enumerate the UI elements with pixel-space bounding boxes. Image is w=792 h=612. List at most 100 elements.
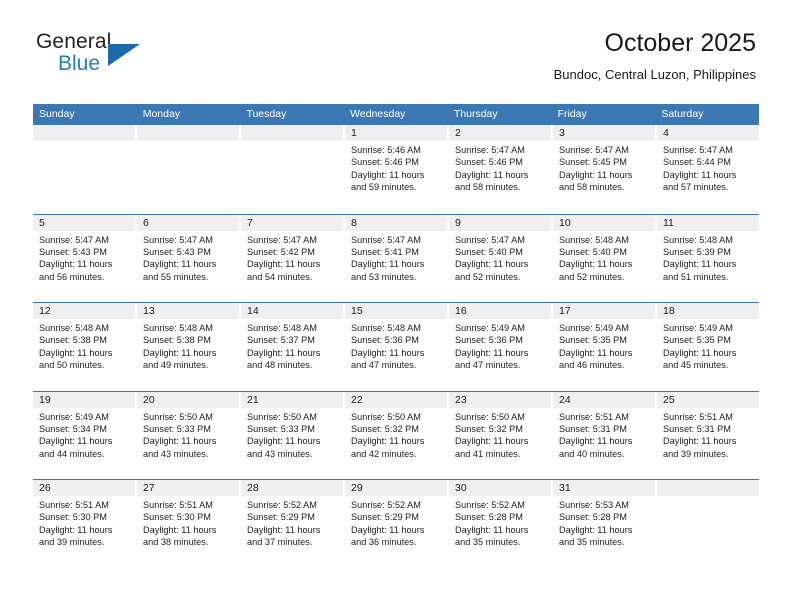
day-number: 25	[657, 391, 759, 408]
day-sunset-text: Sunset: 5:36 PM	[351, 335, 419, 346]
day-number: 1	[345, 125, 447, 141]
day-daylight-1-text: Daylight: 11 hours	[455, 259, 529, 270]
day-number: 5	[33, 214, 135, 231]
day-sunset-text: Sunset: 5:41 PM	[351, 246, 419, 257]
day-daylight-2-text: and 53 minutes.	[351, 271, 417, 282]
calendar-day-cell[interactable]: 13 Sunrise: 5:48 AM Sunset: 5:38 PM Dayligh…	[137, 303, 241, 391]
weekday-header-monday: Monday	[142, 108, 181, 120]
day-number: 7	[241, 214, 343, 231]
calendar-day-cell[interactable]: 23 Sunrise: 5:50 AM Sunset: 5:32 PM Dayligh…	[449, 391, 553, 479]
day-sun-info: Sunrise: 5:48 AM Sunset: 5:40 PM Daylight:…	[553, 231, 655, 284]
day-number: 8	[345, 214, 447, 231]
calendar-day-cell[interactable]: 21 Sunrise: 5:50 AM Sunset: 5:33 PM Dayligh…	[241, 391, 345, 479]
calendar-day-cell[interactable]: 11 Sunrise: 5:48 AM Sunset: 5:39 PM Dayligh…	[657, 214, 759, 302]
day-sunrise-text: Sunrise: 5:51 AM	[663, 411, 733, 422]
day-sun-info: Sunrise: 5:47 AM Sunset: 5:45 PM Daylight:…	[553, 141, 655, 194]
day-sunset-text: Sunset: 5:28 PM	[455, 512, 523, 523]
day-sun-info: Sunrise: 5:52 AM Sunset: 5:29 PM Daylight:…	[241, 496, 343, 549]
calendar-day-cell[interactable]: 6 Sunrise: 5:47 AM Sunset: 5:43 PM Daylight…	[137, 214, 241, 302]
calendar-day-cell[interactable]: 8 Sunrise: 5:47 AM Sunset: 5:41 PM Daylight…	[345, 214, 449, 302]
page-header: General Blue October 2025 Bundoc, Centra…	[0, 0, 792, 104]
day-daylight-1-text: Daylight: 11 hours	[663, 259, 737, 270]
calendar-day-cell[interactable]: 27 Sunrise: 5:51 AM Sunset: 5:30 PM Dayligh…	[137, 480, 241, 568]
day-daylight-1-text: Daylight: 11 hours	[247, 259, 321, 270]
brand-name-general: General	[36, 30, 112, 53]
day-sunset-text: Sunset: 5:34 PM	[39, 423, 107, 434]
calendar-week-row: 26 Sunrise: 5:51 AM Sunset: 5:30 PM Dayligh…	[33, 479, 759, 568]
day-sunset-text: Sunset: 5:30 PM	[143, 512, 211, 523]
day-daylight-1-text: Daylight: 11 hours	[247, 436, 321, 447]
day-daylight-1-text: Daylight: 11 hours	[247, 347, 321, 358]
day-sunset-text: Sunset: 5:32 PM	[455, 423, 523, 434]
day-daylight-2-text: and 55 minutes.	[143, 271, 209, 282]
day-sun-info: Sunrise: 5:47 AM Sunset: 5:46 PM Daylight:…	[449, 141, 551, 194]
calendar-day-cell[interactable]: 10 Sunrise: 5:48 AM Sunset: 5:40 PM Dayligh…	[553, 214, 657, 302]
calendar-day-cell-empty	[657, 480, 759, 568]
calendar-day-cell[interactable]: 15 Sunrise: 5:48 AM Sunset: 5:36 PM Dayligh…	[345, 303, 449, 391]
calendar-weeks: 1 Sunrise: 5:46 AM Sunset: 5:46 PM Daylight…	[33, 125, 759, 568]
calendar-day-cell[interactable]: 26 Sunrise: 5:51 AM Sunset: 5:30 PM Dayligh…	[33, 480, 137, 568]
day-sunset-text: Sunset: 5:33 PM	[247, 423, 315, 434]
day-sunrise-text: Sunrise: 5:49 AM	[455, 323, 525, 333]
day-daylight-2-text: and 56 minutes.	[39, 271, 105, 282]
weekday-header-tuesday: Tuesday	[246, 108, 287, 120]
day-daylight-1-text: Daylight: 11 hours	[39, 524, 113, 535]
calendar-day-cell[interactable]: 28 Sunrise: 5:52 AM Sunset: 5:29 PM Dayligh…	[241, 480, 345, 568]
day-sun-info: Sunrise: 5:50 AM Sunset: 5:33 PM Daylight:…	[241, 408, 343, 461]
calendar-day-cell[interactable]: 14 Sunrise: 5:48 AM Sunset: 5:37 PM Dayligh…	[241, 303, 345, 391]
calendar-day-cell[interactable]: 2 Sunrise: 5:47 AM Sunset: 5:46 PM Daylight…	[449, 125, 553, 214]
calendar-day-cell[interactable]: 19 Sunrise: 5:49 AM Sunset: 5:34 PM Dayligh…	[33, 391, 137, 479]
calendar-day-cell[interactable]: 1 Sunrise: 5:46 AM Sunset: 5:46 PM Daylight…	[345, 125, 449, 214]
day-number: 13	[137, 303, 239, 319]
brand-name-blue: Blue	[58, 52, 101, 75]
calendar-day-cell[interactable]: 24 Sunrise: 5:51 AM Sunset: 5:31 PM Dayligh…	[553, 391, 657, 479]
day-daylight-1-text: Daylight: 11 hours	[351, 347, 425, 358]
calendar-day-cell[interactable]: 22 Sunrise: 5:50 AM Sunset: 5:32 PM Dayligh…	[345, 391, 449, 479]
calendar-day-cell[interactable]: 31 Sunrise: 5:53 AM Sunset: 5:28 PM Dayligh…	[553, 480, 657, 568]
calendar-week-row: 12 Sunrise: 5:48 AM Sunset: 5:38 PM Dayligh…	[33, 302, 759, 391]
day-sunrise-text: Sunrise: 5:51 AM	[559, 411, 629, 422]
calendar-day-cell[interactable]: 5 Sunrise: 5:47 AM Sunset: 5:43 PM Daylight…	[33, 214, 137, 302]
day-daylight-2-text: and 35 minutes.	[559, 537, 625, 548]
day-daylight-1-text: Daylight: 11 hours	[559, 436, 633, 447]
calendar-day-cell[interactable]: 4 Sunrise: 5:47 AM Sunset: 5:44 PM Daylight…	[657, 125, 759, 214]
day-sun-info: Sunrise: 5:48 AM Sunset: 5:36 PM Daylight:…	[345, 319, 447, 372]
calendar-day-cell[interactable]: 29 Sunrise: 5:52 AM Sunset: 5:29 PM Dayligh…	[345, 480, 449, 568]
calendar-day-cell[interactable]: 12 Sunrise: 5:48 AM Sunset: 5:38 PM Dayligh…	[33, 303, 137, 391]
calendar-day-cell[interactable]: 20 Sunrise: 5:50 AM Sunset: 5:33 PM Dayligh…	[137, 391, 241, 479]
day-number: 15	[345, 303, 447, 319]
day-sun-info: Sunrise: 5:49 AM Sunset: 5:36 PM Daylight:…	[449, 319, 551, 372]
calendar-day-cell[interactable]: 18 Sunrise: 5:49 AM Sunset: 5:35 PM Dayligh…	[657, 303, 759, 391]
day-sunrise-text: Sunrise: 5:50 AM	[143, 411, 213, 422]
day-sunrise-text: Sunrise: 5:52 AM	[247, 500, 317, 510]
day-sunset-text: Sunset: 5:31 PM	[559, 423, 627, 434]
day-sun-info: Sunrise: 5:50 AM Sunset: 5:32 PM Daylight:…	[345, 408, 447, 461]
calendar-day-cell[interactable]: 30 Sunrise: 5:52 AM Sunset: 5:28 PM Dayligh…	[449, 480, 553, 568]
day-daylight-1-text: Daylight: 11 hours	[559, 259, 633, 270]
calendar-day-cell[interactable]: 17 Sunrise: 5:49 AM Sunset: 5:35 PM Dayligh…	[553, 303, 657, 391]
calendar-day-cell[interactable]: 16 Sunrise: 5:49 AM Sunset: 5:36 PM Dayligh…	[449, 303, 553, 391]
day-daylight-1-text: Daylight: 11 hours	[143, 524, 217, 535]
day-sunset-text: Sunset: 5:42 PM	[247, 246, 315, 257]
calendar-day-cell-empty	[137, 125, 241, 214]
day-sunrise-text: Sunrise: 5:51 AM	[39, 500, 109, 510]
day-daylight-2-text: and 52 minutes.	[455, 271, 521, 282]
day-number	[33, 125, 135, 141]
day-sun-info: Sunrise: 5:47 AM Sunset: 5:44 PM Daylight:…	[657, 141, 759, 194]
calendar-day-cell[interactable]: 25 Sunrise: 5:51 AM Sunset: 5:31 PM Dayligh…	[657, 391, 759, 479]
calendar-day-cell[interactable]: 3 Sunrise: 5:47 AM Sunset: 5:45 PM Daylight…	[553, 125, 657, 214]
day-sun-info: Sunrise: 5:47 AM Sunset: 5:43 PM Daylight:…	[33, 231, 135, 284]
day-sun-info: Sunrise: 5:47 AM Sunset: 5:43 PM Daylight:…	[137, 231, 239, 284]
day-sunset-text: Sunset: 5:38 PM	[143, 335, 211, 346]
calendar-day-cell[interactable]: 7 Sunrise: 5:47 AM Sunset: 5:42 PM Daylight…	[241, 214, 345, 302]
brand-logo[interactable]: General Blue	[36, 30, 166, 82]
day-number: 27	[137, 480, 239, 496]
day-daylight-1-text: Daylight: 11 hours	[39, 436, 113, 447]
calendar-week-row: 5 Sunrise: 5:47 AM Sunset: 5:43 PM Daylight…	[33, 213, 759, 302]
day-sunset-text: Sunset: 5:40 PM	[455, 246, 523, 257]
day-sunrise-text: Sunrise: 5:49 AM	[559, 323, 629, 333]
calendar-day-cell[interactable]: 9 Sunrise: 5:47 AM Sunset: 5:40 PM Daylight…	[449, 214, 553, 302]
day-sunrise-text: Sunrise: 5:47 AM	[663, 145, 733, 155]
day-sun-info: Sunrise: 5:51 AM Sunset: 5:31 PM Daylight:…	[553, 408, 655, 461]
day-sunrise-text: Sunrise: 5:46 AM	[351, 145, 421, 155]
